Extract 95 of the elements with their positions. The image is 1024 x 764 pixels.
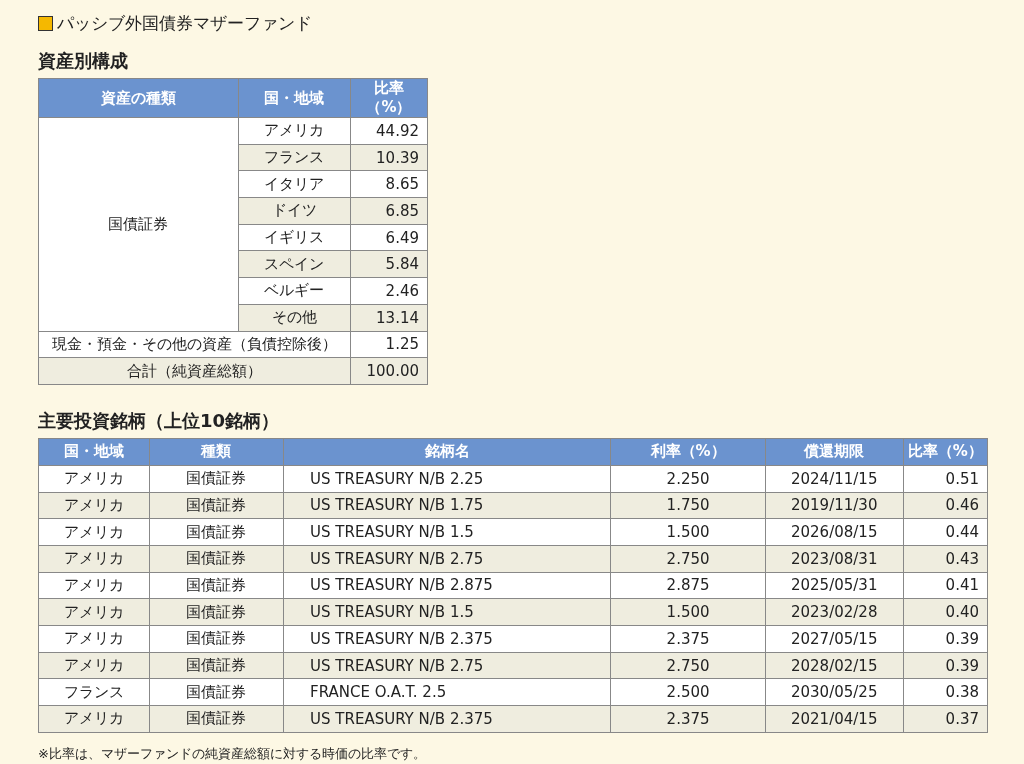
table-cell: 国債証券 <box>38 117 239 331</box>
column-header: 国・地域 <box>38 438 150 466</box>
table-cell: スペイン <box>238 250 351 278</box>
table-cell: アメリカ <box>238 117 351 145</box>
table-cell: 2019/11/30 <box>765 492 904 519</box>
table-cell: 0.40 <box>903 598 988 626</box>
table-cell: 1.25 <box>350 331 428 358</box>
table-cell: フランス <box>38 678 150 706</box>
table-cell: 2.375 <box>610 705 766 733</box>
table-cell: 6.49 <box>350 224 428 251</box>
table-cell: 1.500 <box>610 518 766 546</box>
table-cell: 1.750 <box>610 492 766 519</box>
table-cell: アメリカ <box>38 625 150 653</box>
table-cell: 1.500 <box>610 598 766 626</box>
table-cell: 5.84 <box>350 250 428 278</box>
table-cell: 10.39 <box>350 144 428 171</box>
table-cell: イギリス <box>238 224 351 251</box>
page-title: パッシブ外国債券マザーファンド <box>57 12 312 35</box>
table-cell: US TREASURY N/B 2.75 <box>283 652 611 679</box>
table-cell: 2025/05/31 <box>765 572 904 599</box>
table-cell: 国債証券 <box>149 492 284 519</box>
table-cell: 2028/02/15 <box>765 652 904 679</box>
table-cell: 国債証券 <box>149 652 284 679</box>
table-cell: 2030/05/25 <box>765 678 904 706</box>
table-cell: US TREASURY N/B 2.375 <box>283 705 611 733</box>
table-cell: アメリカ <box>38 465 150 493</box>
footnote: ※比率は、マザーファンドの純資産総額に対する時価の比率です。 <box>38 744 427 763</box>
table-cell: 2024/11/15 <box>765 465 904 493</box>
table-cell: アメリカ <box>38 572 150 599</box>
column-header: 比率（%） <box>350 78 428 118</box>
table-cell: 0.39 <box>903 625 988 653</box>
table-cell: ベルギー <box>238 277 351 305</box>
table-cell: ドイツ <box>238 197 351 225</box>
table-cell: アメリカ <box>38 705 150 733</box>
table-cell: 2.750 <box>610 652 766 679</box>
table-cell: アメリカ <box>38 598 150 626</box>
column-header: 償還期限 <box>765 438 904 466</box>
column-header: 銘柄名 <box>283 438 611 466</box>
table-cell: 13.14 <box>350 304 428 331</box>
table-cell: 0.51 <box>903 465 988 493</box>
table-cell: 国債証券 <box>149 572 284 599</box>
table-cell: アメリカ <box>38 652 150 679</box>
table-cell: 2021/04/15 <box>765 705 904 733</box>
table-cell: 2023/02/28 <box>765 598 904 626</box>
column-header: 利率（%） <box>610 438 766 466</box>
table-cell: 0.38 <box>903 678 988 706</box>
table-cell: アメリカ <box>38 545 150 573</box>
table-cell: 0.41 <box>903 572 988 599</box>
table-cell: 0.39 <box>903 652 988 679</box>
table-cell: FRANCE O.A.T. 2.5 <box>283 678 611 706</box>
table-cell: 0.37 <box>903 705 988 733</box>
table-cell: 合計（純資産総額） <box>38 357 351 385</box>
table-cell: 国債証券 <box>149 518 284 546</box>
square-icon <box>38 16 53 31</box>
table-cell: 2.750 <box>610 545 766 573</box>
table-cell: アメリカ <box>38 518 150 546</box>
table-cell: 現金・預金・その他の資産（負債控除後） <box>38 331 351 358</box>
table-cell: 2023/08/31 <box>765 545 904 573</box>
table-cell: 2027/05/15 <box>765 625 904 653</box>
table-cell: 国債証券 <box>149 625 284 653</box>
table-cell: US TREASURY N/B 2.875 <box>283 572 611 599</box>
table-cell: US TREASURY N/B 1.5 <box>283 598 611 626</box>
column-header: 国・地域 <box>238 78 351 118</box>
section-heading: 主要投資銘柄（上位10銘柄） <box>38 408 281 433</box>
table-cell: 国債証券 <box>149 598 284 626</box>
column-header: 比率（%） <box>903 438 988 466</box>
table-cell: 2.250 <box>610 465 766 493</box>
table-cell: フランス <box>238 144 351 171</box>
table-cell: 国債証券 <box>149 705 284 733</box>
table-cell: 2.500 <box>610 678 766 706</box>
table-cell: 100.00 <box>350 357 428 385</box>
table-cell: 8.65 <box>350 170 428 198</box>
column-header: 資産の種類 <box>38 78 239 118</box>
table-cell: 国債証券 <box>149 465 284 493</box>
table-cell: 2026/08/15 <box>765 518 904 546</box>
table-cell: 2.375 <box>610 625 766 653</box>
table-cell: US TREASURY N/B 1.75 <box>283 492 611 519</box>
table-cell: US TREASURY N/B 2.75 <box>283 545 611 573</box>
table-cell: US TREASURY N/B 2.25 <box>283 465 611 493</box>
section-heading: 資産別構成 <box>38 49 129 73</box>
table-cell: 2.46 <box>350 277 428 305</box>
table-cell: 6.85 <box>350 197 428 225</box>
table-cell: 2.875 <box>610 572 766 599</box>
table-cell: アメリカ <box>38 492 150 519</box>
table-cell: 0.44 <box>903 518 988 546</box>
table-cell: 国債証券 <box>149 678 284 706</box>
table-cell: その他 <box>238 304 351 331</box>
table-cell: US TREASURY N/B 1.5 <box>283 518 611 546</box>
table-cell: 44.92 <box>350 117 428 145</box>
table-cell: 国債証券 <box>149 545 284 573</box>
table-cell: 0.43 <box>903 545 988 573</box>
table-cell: US TREASURY N/B 2.375 <box>283 625 611 653</box>
table-cell: 0.46 <box>903 492 988 519</box>
column-header: 種類 <box>149 438 284 466</box>
table-cell: イタリア <box>238 170 351 198</box>
